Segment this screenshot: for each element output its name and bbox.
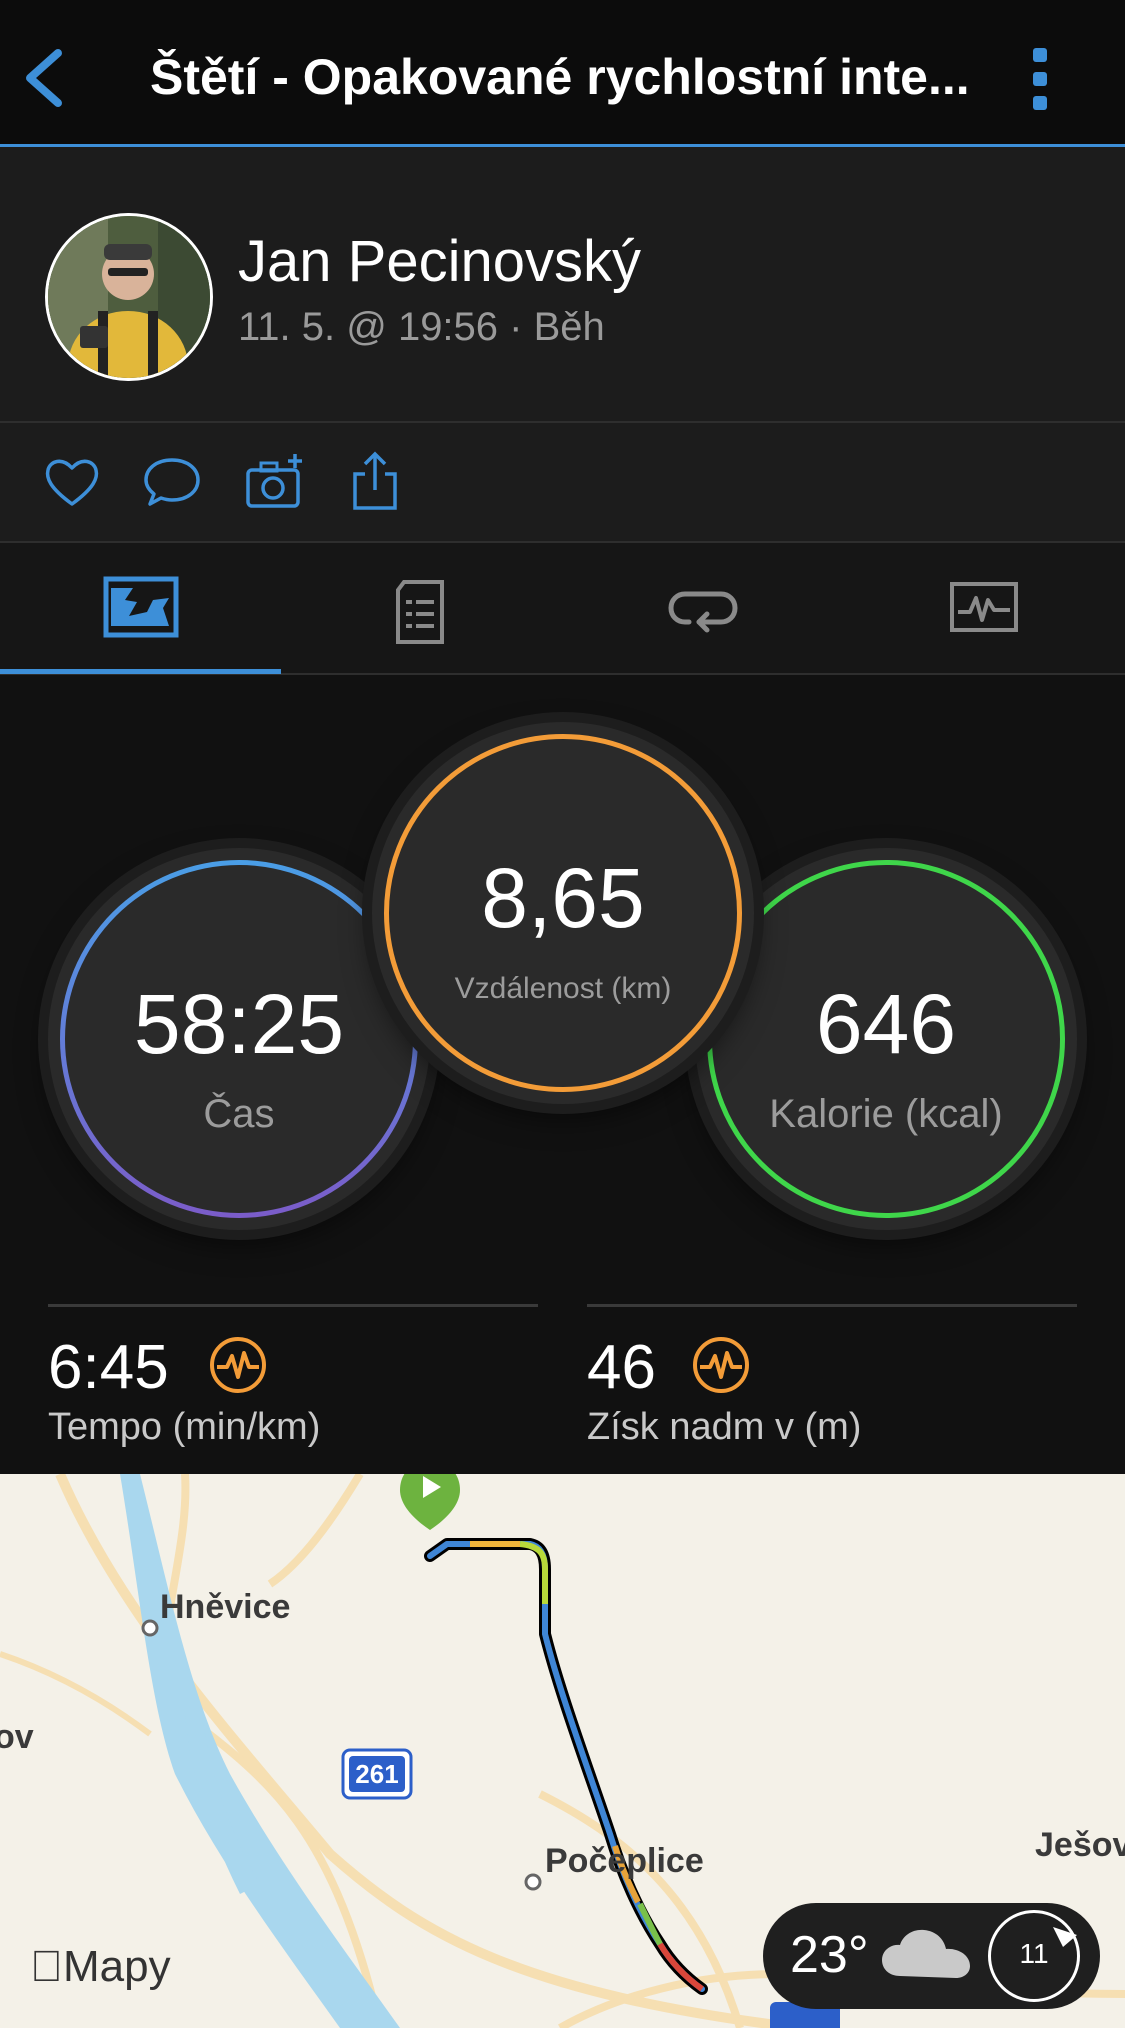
wind-speed: 11 <box>1019 1938 1049 1969</box>
divider <box>587 1304 1077 1307</box>
activity-meta: 11. 5. @ 19:56 · Běh <box>238 305 605 349</box>
like-button[interactable] <box>40 450 104 514</box>
apple-logo-icon:  <box>30 1942 63 1991</box>
place-label: Počeplice <box>545 1842 704 1880</box>
laps-loop-icon <box>668 591 738 633</box>
avatar[interactable] <box>45 213 213 381</box>
activity-pulse-icon <box>692 1336 750 1394</box>
user-name[interactable]: Jan Pecinovský <box>238 228 641 295</box>
place-label: Hněvice <box>160 1588 291 1626</box>
comment-icon <box>144 458 200 506</box>
distance-ring[interactable]: 8,65 Vzdálenost (km) <box>372 722 754 1104</box>
divider <box>48 1304 538 1307</box>
tab-details[interactable] <box>281 543 562 673</box>
elevation-gain-label: Získ nadm v (m) <box>587 1406 862 1448</box>
heart-icon <box>45 459 99 506</box>
activity-title: Štětí - Opakované rychlostní inte... <box>150 49 970 105</box>
add-photo-icon <box>246 454 302 508</box>
tab-summary[interactable] <box>0 543 281 673</box>
pace-value: 6:45 <box>48 1333 169 1402</box>
kebab-menu-icon <box>1033 48 1047 62</box>
cloud-icon <box>878 1924 974 1984</box>
place-label: ov <box>0 1718 34 1756</box>
add-photo-button[interactable] <box>243 450 307 514</box>
temperature: 23° <box>790 1926 869 1984</box>
calories-label: Kalorie (kcal) <box>769 1092 1003 1136</box>
chevron-left-icon <box>26 49 62 107</box>
charts-icon <box>950 582 1018 632</box>
comment-button[interactable] <box>140 450 204 514</box>
distance-label: Vzdálenost (km) <box>454 972 672 1005</box>
distance-value: 8,65 <box>481 851 645 945</box>
road-number-badge: 261 <box>355 1759 399 1789</box>
back-button[interactable] <box>18 45 74 111</box>
wind-indicator: 11 <box>988 1910 1080 2002</box>
elevation-gain-value: 46 <box>587 1333 656 1402</box>
activity-pulse-icon <box>209 1336 267 1394</box>
details-list-icon <box>396 580 444 644</box>
map-attribution[interactable]: Mapy <box>30 1942 171 1992</box>
active-tab-indicator <box>0 669 281 674</box>
summary-map-icon <box>103 576 179 638</box>
place-label: Ješov <box>1035 1826 1125 1864</box>
more-options-button[interactable] <box>1025 44 1055 114</box>
tab-laps[interactable] <box>562 543 843 673</box>
share-button[interactable] <box>343 450 407 514</box>
pace-label: Tempo (min/km) <box>48 1406 321 1448</box>
time-label: Čas <box>203 1092 275 1136</box>
share-icon <box>353 451 397 510</box>
tab-charts[interactable] <box>843 543 1124 673</box>
